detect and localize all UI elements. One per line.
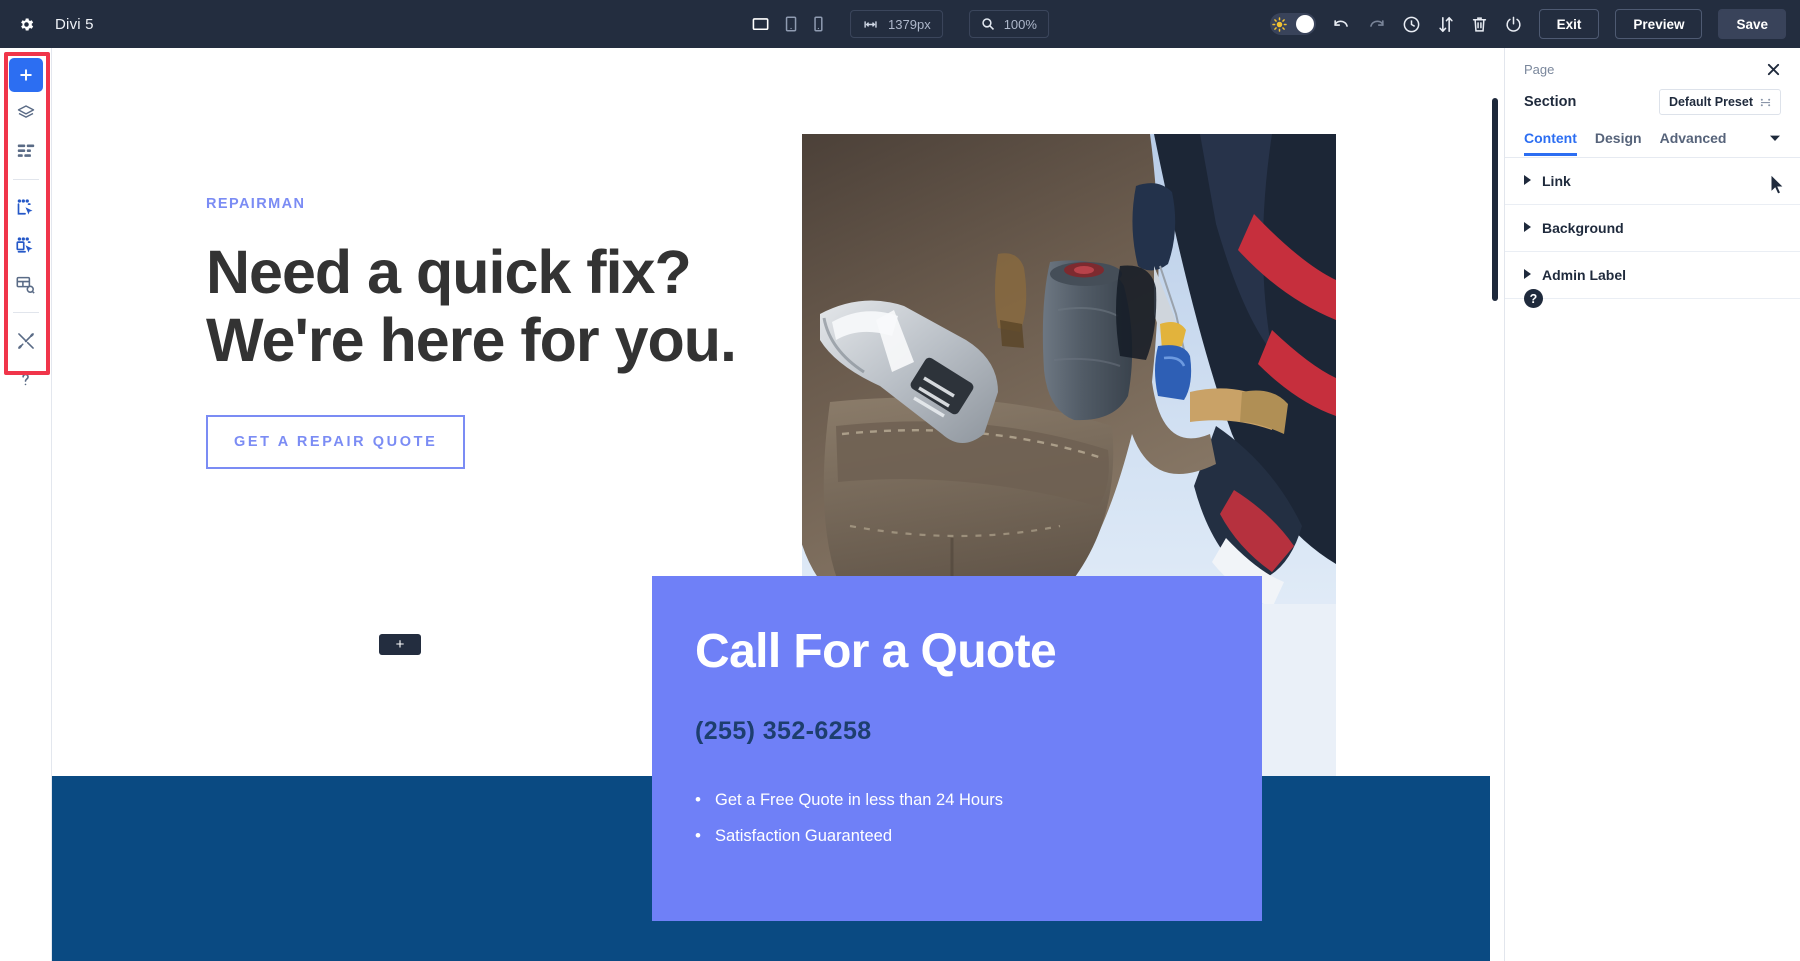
gear-icon[interactable] <box>15 13 37 35</box>
list-item: Get a Free Quote in less than 24 Hours <box>695 787 1219 814</box>
accordion-background[interactable]: Background <box>1505 205 1800 252</box>
accordion-admin-label[interactable]: Admin Label <box>1505 252 1800 299</box>
zoom-control[interactable]: 100% <box>968 10 1049 38</box>
top-toolbar: Divi 5 1379px 100% Exit Preview Save <box>0 0 1800 48</box>
list-item: Satisfaction Guaranteed <box>695 823 1219 850</box>
accordion-admin-label-label: Admin Label <box>1542 267 1627 283</box>
tab-content[interactable]: Content <box>1524 130 1577 156</box>
exit-button[interactable]: Exit <box>1538 9 1600 39</box>
panel-help-button[interactable]: ? <box>1524 289 1543 308</box>
hero-cta-button[interactable]: GET A REPAIR QUOTE <box>206 414 466 469</box>
clock-icon[interactable] <box>1402 15 1421 34</box>
magnifier-icon <box>981 17 995 31</box>
viewport-width-value: 1379px <box>888 16 931 32</box>
caret-right-icon <box>1524 222 1531 234</box>
trash-icon[interactable] <box>1471 15 1488 34</box>
sidebar-item-layers[interactable] <box>9 96 43 130</box>
redo-icon[interactable] <box>1367 17 1386 32</box>
preview-button[interactable]: Preview <box>1615 9 1703 39</box>
chevron-down-icon[interactable] <box>1769 129 1781 157</box>
left-sidebar <box>0 48 52 961</box>
tab-design[interactable]: Design <box>1595 130 1642 156</box>
toolbar-left-group: Divi 5 <box>0 13 94 35</box>
panel-scope-label: Page <box>1524 62 1555 77</box>
sidebar-item-multi-select[interactable] <box>9 229 43 263</box>
viewport-width-control[interactable]: 1379px <box>850 10 943 38</box>
power-download-icon[interactable] <box>1504 15 1523 34</box>
sidebar-divider-2 <box>12 312 39 313</box>
accordion-link-label: Link <box>1542 173 1571 189</box>
sidebar-item-add-element[interactable] <box>8 58 43 92</box>
quote-card-bullets: Get a Free Quote in less than 24 Hours S… <box>695 787 1219 850</box>
phone-icon[interactable] <box>812 15 824 33</box>
app-title: Divi 5 <box>55 15 94 33</box>
undo-icon[interactable] <box>1332 17 1351 32</box>
preset-label: Default Preset <box>1668 95 1753 109</box>
accordion-link[interactable]: Link <box>1505 158 1800 205</box>
tablet-icon[interactable] <box>784 15 798 33</box>
settings-panel: Page Section Default Preset Content Desi… <box>1504 48 1800 961</box>
toolbar-center-group: 1379px 100% <box>751 0 1049 48</box>
sidebar-divider-1 <box>12 179 39 180</box>
quote-card-title[interactable]: Call For a Quote <box>695 624 1219 679</box>
panel-header: Page <box>1505 48 1800 77</box>
sidebar-items <box>0 48 51 396</box>
add-block-button[interactable]: + <box>379 634 421 655</box>
tab-advanced[interactable]: Advanced <box>1660 130 1727 156</box>
accordion-background-label: Background <box>1542 220 1624 236</box>
viewport-switcher <box>751 15 824 34</box>
sun-icon <box>1271 16 1287 32</box>
caret-right-icon <box>1524 175 1531 187</box>
panel-section-title: Section <box>1524 94 1577 110</box>
page-canvas[interactable]: REPAIRMAN Need a quick fix? We're here f… <box>52 48 1504 961</box>
hero-heading[interactable]: Need a quick fix? We're here for you. <box>206 238 746 375</box>
zoom-value: 100% <box>1003 16 1037 32</box>
horizontal-resize-icon <box>862 18 879 31</box>
caret-right-icon <box>1524 269 1531 281</box>
panel-tabs: Content Design Advanced <box>1505 115 1800 158</box>
sidebar-item-select-element[interactable] <box>9 191 43 225</box>
sidebar-item-help[interactable] <box>9 362 43 396</box>
preset-dots-icon <box>1760 97 1771 108</box>
plus-icon: + <box>395 636 405 653</box>
preset-selector[interactable]: Default Preset <box>1658 89 1781 115</box>
hero-text-column: REPAIRMAN Need a quick fix? We're here f… <box>206 196 746 469</box>
sidebar-item-tools[interactable] <box>9 324 43 358</box>
save-button[interactable]: Save <box>1718 9 1786 39</box>
sidebar-item-responsive-views[interactable] <box>9 267 43 301</box>
panel-subheader: Section Default Preset <box>1505 77 1800 115</box>
hero-eyebrow: REPAIRMAN <box>206 196 306 212</box>
toolbar-right-group: Exit Preview Save <box>1269 0 1786 48</box>
divi-builder-screen: Divi 5 1379px 100% Exit Preview Save REP… <box>0 0 1800 961</box>
toggle-knob <box>1295 15 1314 33</box>
canvas-scrollbar[interactable] <box>1492 98 1498 301</box>
updown-arrows-icon[interactable] <box>1437 15 1455 34</box>
theme-toggle[interactable] <box>1269 13 1316 35</box>
call-for-quote-card[interactable]: Call For a Quote (255) 352-6258 Get a Fr… <box>652 576 1262 921</box>
desktop-icon[interactable] <box>751 15 770 34</box>
close-icon[interactable] <box>1766 62 1781 77</box>
quote-card-phone[interactable]: (255) 352-6258 <box>695 717 1219 746</box>
sidebar-item-wireframe[interactable] <box>9 134 43 168</box>
